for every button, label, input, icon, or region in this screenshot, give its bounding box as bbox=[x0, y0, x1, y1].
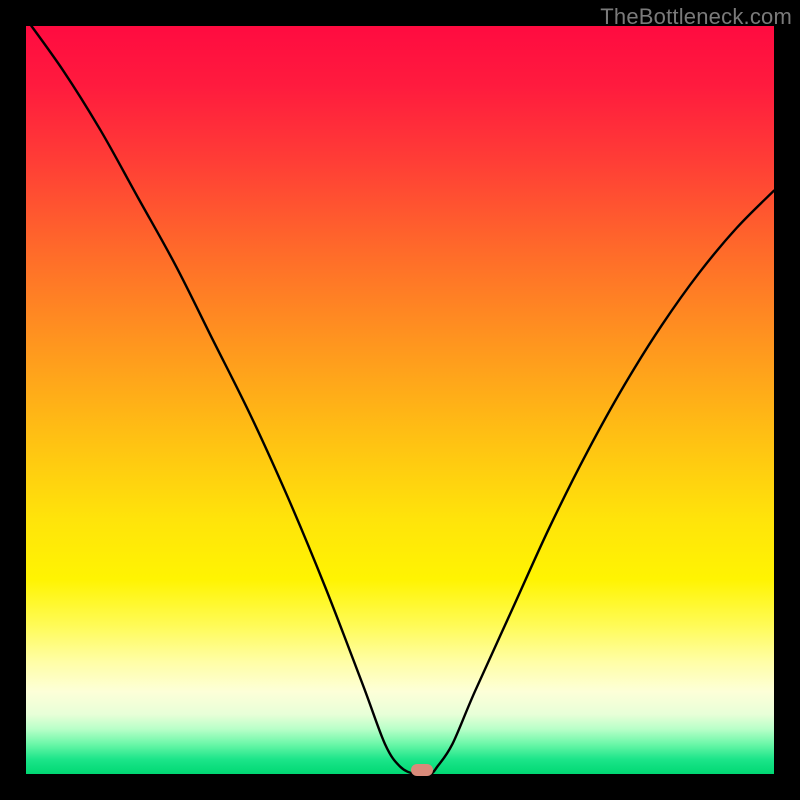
plot-area bbox=[26, 26, 774, 774]
watermark-text: TheBottleneck.com bbox=[600, 4, 792, 30]
chart-stage: TheBottleneck.com bbox=[0, 0, 800, 800]
bottleneck-curve bbox=[26, 26, 774, 774]
optimal-marker bbox=[411, 764, 433, 776]
